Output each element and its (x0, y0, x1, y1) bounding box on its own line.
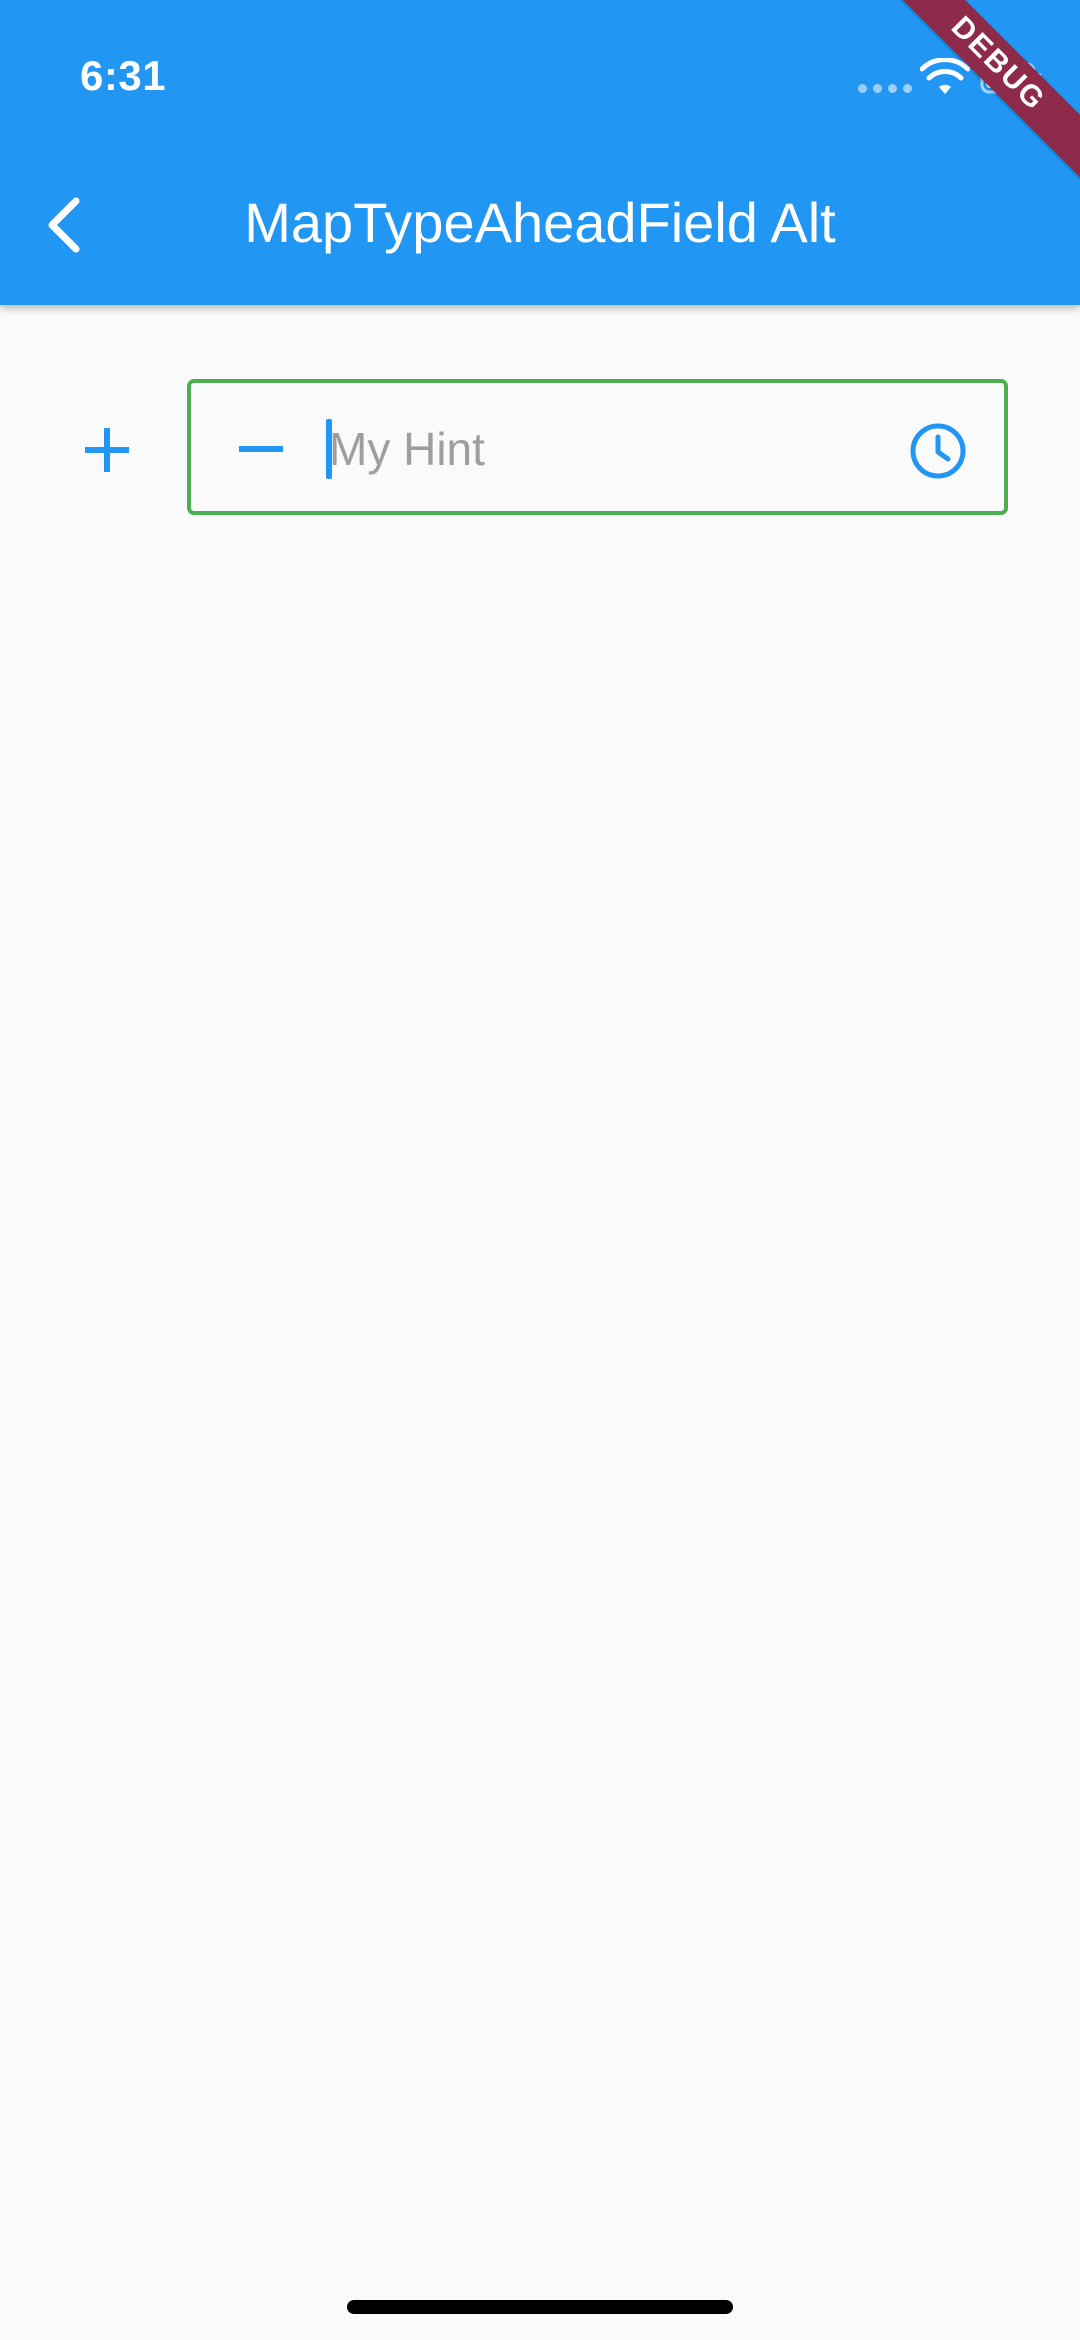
page-title: MapTypeAheadField Alt (244, 191, 836, 254)
cellular-signal-icon (858, 84, 912, 93)
add-button[interactable] (62, 410, 152, 490)
minus-icon (239, 446, 283, 452)
typeahead-input[interactable] (329, 407, 889, 491)
text-cursor (326, 419, 332, 479)
clock-icon (910, 423, 966, 479)
remove-button[interactable] (221, 409, 301, 489)
clock-button[interactable] (902, 415, 974, 487)
app-bar: 6:31 MapTypeAheadField Alt (0, 0, 1080, 305)
wifi-icon (920, 58, 970, 94)
status-time: 6:31 (80, 52, 167, 99)
plus-icon (85, 428, 129, 472)
home-indicator[interactable] (347, 2300, 733, 2314)
typeahead-field (187, 379, 1008, 515)
screen: 6:31 MapTypeAheadField Alt DEBUG (0, 0, 1080, 2340)
